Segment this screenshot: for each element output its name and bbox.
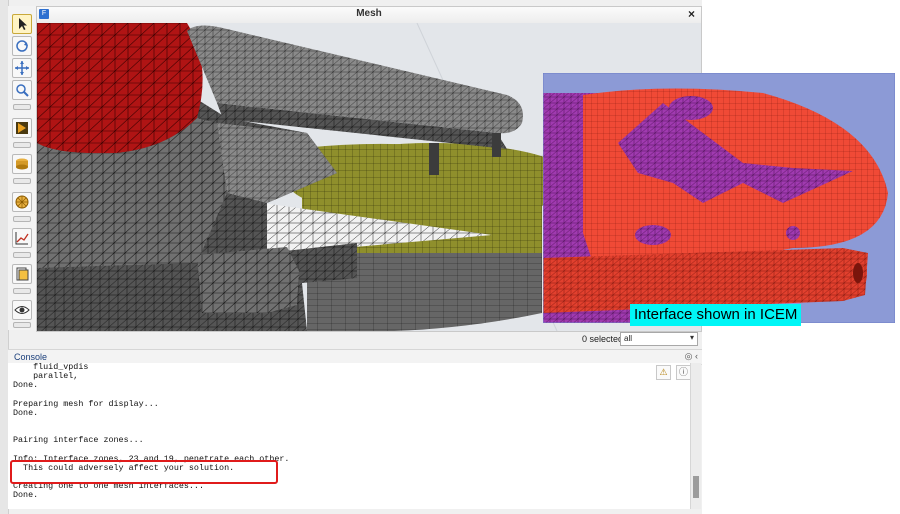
graphics-toolbar — [8, 6, 36, 330]
console-line: Pairing interface zones... — [13, 435, 144, 446]
console-options-icon[interactable]: ◎ ‹ — [685, 351, 698, 362]
mesh-display-icon[interactable] — [12, 192, 32, 212]
icem-caption: Interface shown in ICEM — [630, 304, 802, 326]
console-line: Done. — [13, 380, 39, 391]
icem-overlay-image — [543, 73, 895, 323]
view-icon[interactable] — [12, 300, 32, 320]
toolbar-separator — [13, 142, 31, 148]
selection-filter-value: all — [624, 334, 633, 343]
display-icon[interactable] — [12, 154, 32, 174]
console-line: Done. — [13, 490, 39, 501]
selection-count: 0 selected — [582, 334, 624, 344]
plot-icon[interactable] — [12, 228, 32, 248]
pointer-icon[interactable] — [12, 14, 32, 34]
console-scroll-thumb[interactable] — [693, 476, 699, 498]
console-line: Done. — [13, 407, 39, 418]
console-title: Console — [14, 352, 48, 362]
toolbar-separator — [13, 252, 31, 258]
report-icon[interactable] — [12, 264, 32, 284]
toolbar-separator — [13, 322, 31, 328]
toolbar-separator — [13, 104, 31, 110]
pan-icon[interactable] — [12, 58, 32, 78]
warning-icon[interactable]: ⚠ — [656, 365, 671, 380]
toolbar-separator — [13, 178, 31, 184]
mesh-window-title: Mesh — [356, 8, 382, 19]
info-icon[interactable]: ⓘ — [676, 365, 691, 380]
console-output[interactable]: fluid_vpdis parallel, Done. Preparing me… — [8, 363, 690, 509]
toolbar-separator — [13, 288, 31, 294]
selection-filter-dropdown[interactable]: all ▾ — [620, 332, 698, 346]
chevron-down-icon: ▾ — [689, 333, 694, 342]
zoom-icon[interactable] — [12, 80, 32, 100]
mesh-window-titlebar: F Mesh × — [37, 7, 701, 24]
close-icon[interactable]: × — [688, 7, 695, 21]
toolbar-separator — [13, 216, 31, 222]
rotate-icon[interactable] — [12, 36, 32, 56]
scene-icon[interactable] — [12, 118, 32, 138]
selection-bar: 0 selected all ▾ — [540, 330, 702, 346]
warning-highlight-box — [10, 460, 278, 484]
console-scrollbar[interactable] — [690, 363, 701, 509]
